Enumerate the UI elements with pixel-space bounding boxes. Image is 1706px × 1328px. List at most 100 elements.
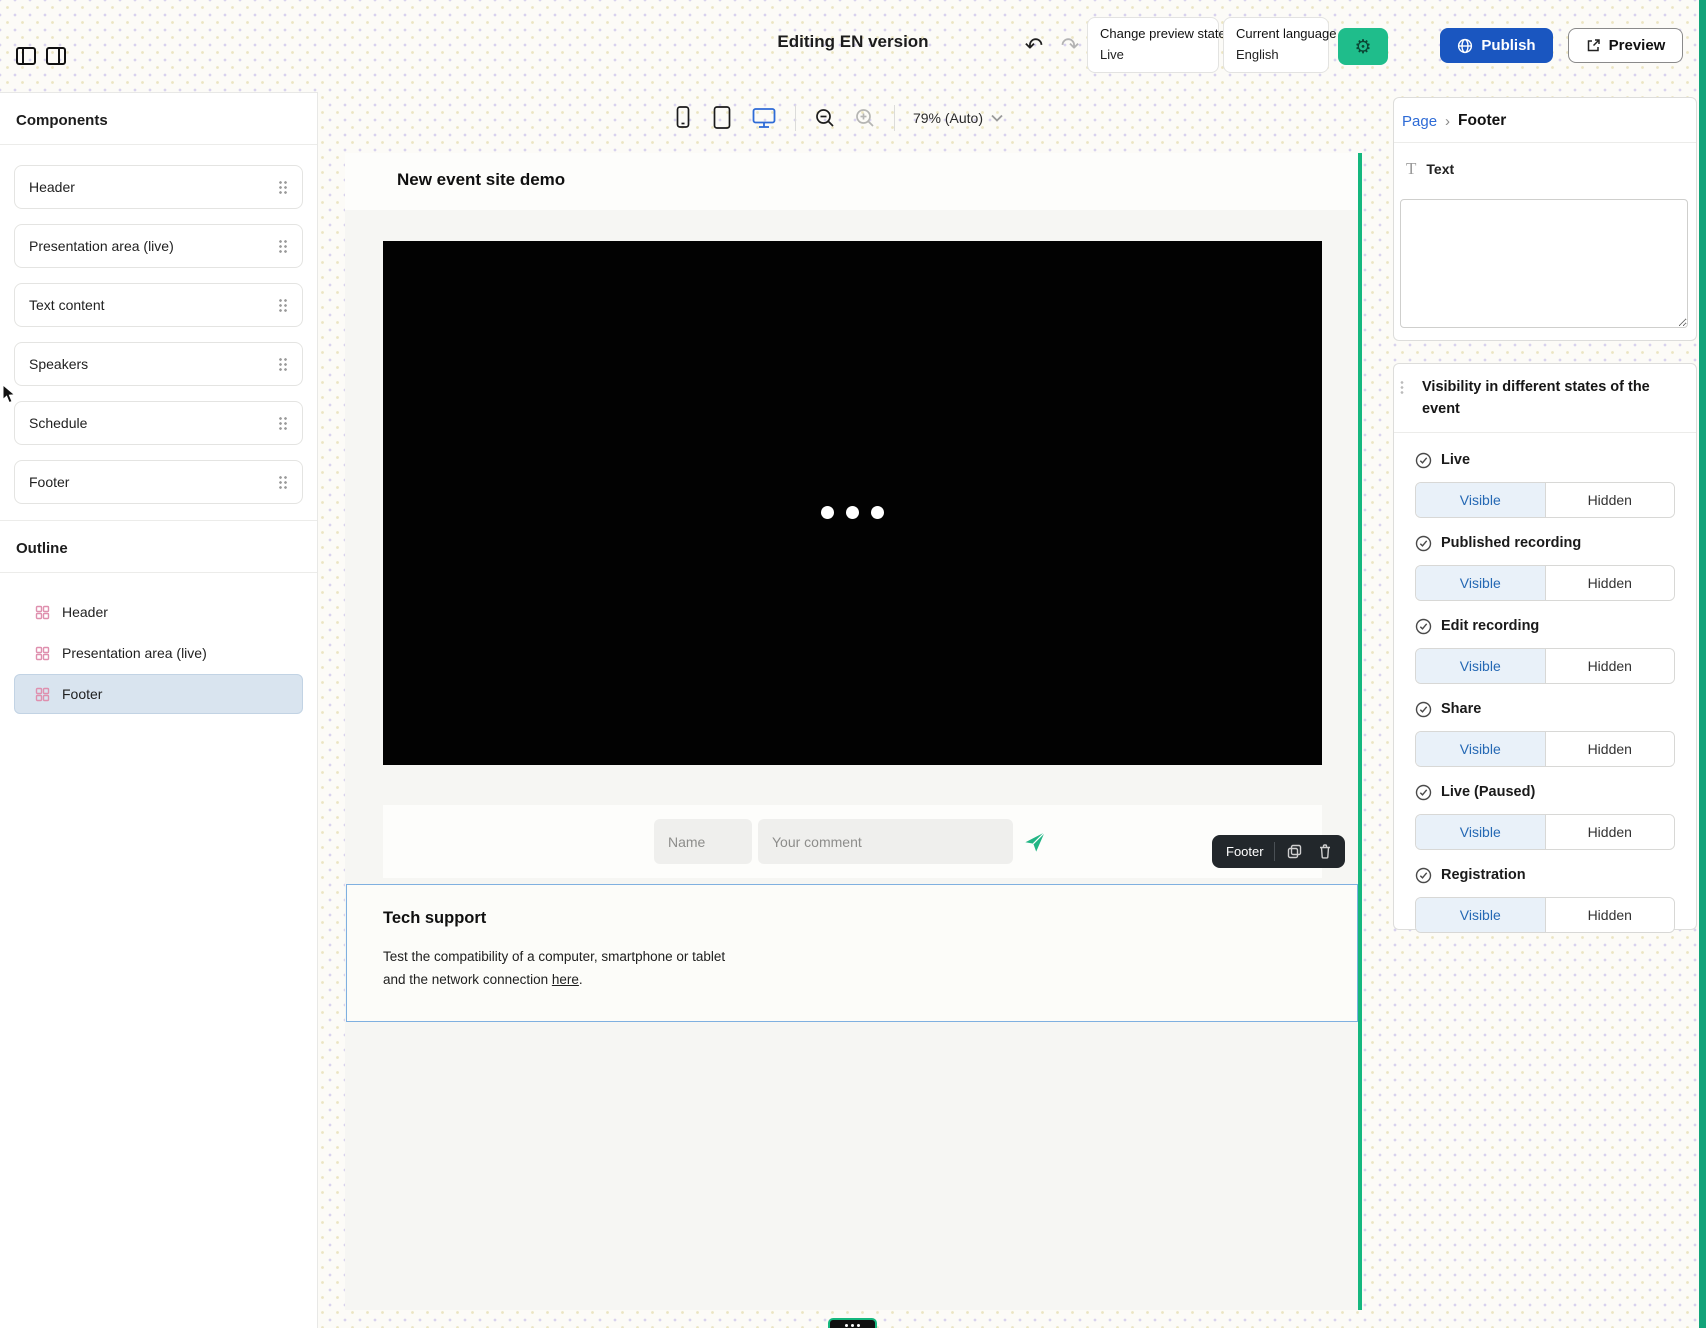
component-card-label: Presentation area (live)	[29, 238, 174, 254]
footer-body-line2: and the network connection	[383, 972, 552, 987]
footer-heading: Tech support	[383, 909, 486, 928]
outline-item-label: Header	[62, 604, 108, 620]
footer-body-text: Test the compatibility of a computer, sm…	[383, 945, 725, 991]
bottom-collapsed-toolbar[interactable]	[828, 1318, 877, 1328]
component-card[interactable]: Header	[14, 165, 303, 209]
selected-component-tag: Footer	[1212, 835, 1345, 868]
state-name: Registration	[1441, 867, 1526, 883]
text-field-row: T Text	[1394, 143, 1696, 189]
language-dropdown[interactable]: Current language English	[1223, 17, 1329, 73]
undo-icon[interactable]: ↶	[1020, 33, 1048, 61]
phone-preview-icon[interactable]	[673, 105, 693, 131]
text-type-icon: T	[1406, 159, 1416, 179]
desktop-preview-icon[interactable]	[751, 106, 777, 130]
zoom-in-icon[interactable]	[854, 107, 876, 129]
component-card-label: Header	[29, 179, 75, 195]
grid-2x2-icon	[35, 646, 50, 661]
state-label-row: Live (Paused)	[1415, 782, 1675, 802]
preview-state-value: Live	[1100, 47, 1206, 62]
visibility-heading: Visibility in different states of the ev…	[1394, 364, 1696, 420]
visibility-option-hidden[interactable]: Hidden	[1545, 483, 1675, 517]
outline-item[interactable]: Header	[14, 592, 303, 632]
component-card[interactable]: Footer	[14, 460, 303, 504]
comment-bar	[383, 805, 1322, 878]
check-circle-icon	[1415, 867, 1432, 884]
visibility-option-hidden[interactable]: Hidden	[1545, 566, 1675, 600]
drag-handle-icon[interactable]	[278, 298, 288, 312]
gear-icon: ⚙	[1354, 36, 1371, 58]
zoom-out-icon[interactable]	[814, 107, 836, 129]
divider	[795, 105, 796, 131]
footer-text-input[interactable]	[1400, 199, 1688, 328]
state-label-row: Share	[1415, 699, 1675, 719]
comment-name-input[interactable]	[654, 819, 752, 864]
footer-body-line1: Test the compatibility of a computer, sm…	[383, 949, 725, 964]
visibility-state-group: Published recording VisibleHidden	[1415, 533, 1675, 601]
site-title: New event site demo	[397, 170, 565, 190]
visibility-option-hidden[interactable]: Hidden	[1545, 649, 1675, 683]
divider	[894, 105, 895, 131]
drag-handle-icon[interactable]	[278, 357, 288, 371]
copy-icon	[1286, 843, 1303, 860]
visibility-option-hidden[interactable]: Hidden	[1545, 898, 1675, 932]
breadcrumb-current: Footer	[1458, 112, 1506, 130]
zoom-level-dropdown[interactable]: 79% (Auto)	[913, 110, 1003, 126]
visibility-option-visible[interactable]: Visible	[1416, 649, 1545, 683]
settings-button[interactable]: ⚙	[1338, 28, 1388, 65]
state-name: Live (Paused)	[1441, 784, 1535, 800]
component-card[interactable]: Speakers	[14, 342, 303, 386]
redo-icon[interactable]: ↷	[1056, 33, 1084, 61]
outline-item-label: Presentation area (live)	[62, 645, 207, 661]
visibility-state-group: Live VisibleHidden	[1415, 450, 1675, 518]
drag-handle-icon[interactable]	[278, 475, 288, 489]
preview-button[interactable]: Preview	[1568, 28, 1683, 63]
check-circle-icon	[1415, 784, 1432, 801]
visibility-option-visible[interactable]: Visible	[1416, 898, 1545, 932]
delete-component-button[interactable]	[1315, 841, 1335, 862]
drag-handle-icon[interactable]	[1400, 380, 1404, 394]
visibility-option-hidden[interactable]: Hidden	[1545, 815, 1675, 849]
visibility-option-visible[interactable]: Visible	[1416, 483, 1545, 517]
visibility-toggle: VisibleHidden	[1415, 814, 1675, 850]
outline-item[interactable]: Footer	[14, 674, 303, 714]
grid-2x2-icon	[35, 605, 50, 620]
visibility-option-visible[interactable]: Visible	[1416, 566, 1545, 600]
visibility-option-visible[interactable]: Visible	[1416, 732, 1545, 766]
footer-body-period: .	[579, 972, 583, 987]
chevron-down-icon	[991, 114, 1003, 122]
component-card[interactable]: Text content	[14, 283, 303, 327]
preview-state-label: Change preview state	[1100, 26, 1206, 41]
canvas-toolbar: 79% (Auto)	[318, 96, 1358, 140]
drag-handle-icon[interactable]	[278, 416, 288, 430]
duplicate-component-button[interactable]	[1284, 841, 1305, 862]
visibility-option-hidden[interactable]: Hidden	[1545, 732, 1675, 766]
drag-handle-icon[interactable]	[278, 239, 288, 253]
chevron-right-icon: ›	[1445, 113, 1450, 130]
tablet-preview-icon[interactable]	[711, 105, 733, 131]
editor-window: Editing EN version ↶ ↷ Change preview st…	[0, 0, 1706, 1328]
visibility-toggle: VisibleHidden	[1415, 897, 1675, 933]
presentation-video-area[interactable]	[383, 241, 1322, 765]
language-value: English	[1236, 47, 1316, 62]
site-header-component[interactable]: New event site demo	[345, 153, 1360, 210]
tech-support-link[interactable]: here	[552, 972, 579, 987]
visibility-state-group: Edit recording VisibleHidden	[1415, 616, 1675, 684]
visibility-option-visible[interactable]: Visible	[1416, 815, 1545, 849]
comment-text-input[interactable]	[758, 819, 1013, 864]
state-label-row: Registration	[1415, 865, 1675, 885]
components-heading: Components	[0, 93, 317, 145]
zoom-level-value: 79% (Auto)	[913, 110, 983, 126]
footer-component-selected[interactable]: Tech support Test the compatibility of a…	[346, 884, 1358, 1022]
paper-plane-icon	[1023, 830, 1047, 854]
preview-state-dropdown[interactable]: Change preview state Live	[1087, 17, 1219, 73]
component-card[interactable]: Schedule	[14, 401, 303, 445]
breadcrumb-page-link[interactable]: Page	[1402, 113, 1437, 130]
state-label-row: Edit recording	[1415, 616, 1675, 636]
outline-item[interactable]: Presentation area (live)	[14, 633, 303, 673]
state-name: Published recording	[1441, 535, 1581, 551]
component-card[interactable]: Presentation area (live)	[14, 224, 303, 268]
drag-handle-icon[interactable]	[278, 180, 288, 194]
publish-button[interactable]: Publish	[1440, 28, 1553, 63]
send-comment-button[interactable]	[1019, 830, 1051, 854]
site-preview: New event site demo Footer	[345, 153, 1360, 1310]
